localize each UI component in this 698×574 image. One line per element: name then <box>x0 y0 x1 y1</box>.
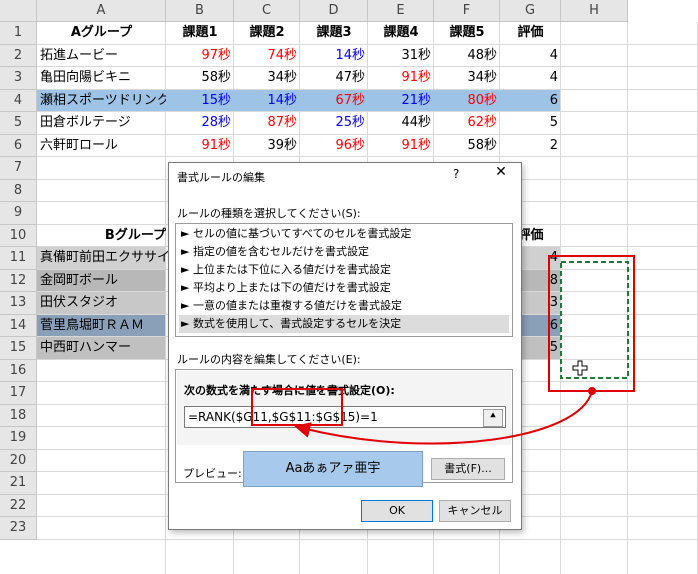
table-a-header-cell[interactable]: 課題3 <box>300 22 368 45</box>
table-a-header-cell[interactable]: 評価 <box>500 22 561 45</box>
table-a-name-cell[interactable]: 瀬相スポーツドリンク <box>37 90 166 113</box>
column-header[interactable]: C <box>234 0 300 22</box>
table-a-score-cell[interactable]: 91秒 <box>166 135 234 158</box>
table-a-score-cell[interactable]: 44秒 <box>368 112 434 135</box>
row-header[interactable]: 12 <box>0 269 37 292</box>
table-a-score-cell[interactable]: 34秒 <box>234 67 300 90</box>
row-header[interactable]: 3 <box>0 67 37 90</box>
table-a-rank-cell[interactable]: 4 <box>500 45 561 68</box>
table-a-name-cell[interactable]: 田倉ボルテージ <box>37 112 166 135</box>
table-a-score-cell[interactable]: 15秒 <box>166 90 234 113</box>
table-a-header-cell[interactable]: 課題2 <box>234 22 300 45</box>
row-header[interactable]: 6 <box>0 134 37 157</box>
row-header[interactable]: 22 <box>0 494 37 517</box>
column-header[interactable]: G <box>500 0 561 22</box>
table-a-score-cell[interactable]: 28秒 <box>166 112 234 135</box>
table-a-header-cell[interactable]: 課題5 <box>434 22 500 45</box>
formula-input[interactable]: =RANK($G11,$G$11:$G$15)=1 ⯅ <box>184 406 506 428</box>
column-header[interactable]: B <box>166 0 234 22</box>
table-a-score-cell[interactable]: 31秒 <box>368 45 434 68</box>
table-a-score-cell[interactable]: 91秒 <box>368 135 434 158</box>
table-a-header-cell[interactable]: 課題1 <box>166 22 234 45</box>
rule-type-item[interactable]: ► 上位または下位に入る値だけを書式設定 <box>179 261 509 279</box>
table-a-header-cell[interactable]: Aグループ <box>37 22 166 45</box>
row-header[interactable]: 15 <box>0 337 37 360</box>
column-header[interactable]: D <box>300 0 368 22</box>
table-a-score-cell[interactable]: 48秒 <box>434 45 500 68</box>
row-header[interactable]: 5 <box>0 112 37 135</box>
select-all-corner[interactable] <box>0 0 37 22</box>
row-header[interactable]: 14 <box>0 314 37 337</box>
row-header[interactable]: 16 <box>0 359 37 382</box>
conditional-format-dialog: 書式ルールの編集 ? ✕ ルールの種類を選択してください(S): ► セルの値に… <box>168 162 522 530</box>
table-a-score-cell[interactable]: 80秒 <box>434 90 500 113</box>
table-a-score-cell[interactable]: 39秒 <box>234 135 300 158</box>
table-a-name-cell[interactable]: 亀田向陽ビキニ <box>37 67 166 90</box>
row-header[interactable]: 20 <box>0 449 37 472</box>
column-header[interactable]: H <box>561 0 628 22</box>
row-header[interactable]: 10 <box>0 224 37 247</box>
table-a-score-cell[interactable]: 87秒 <box>234 112 300 135</box>
table-a-score-cell[interactable]: 62秒 <box>434 112 500 135</box>
row-header[interactable]: 17 <box>0 382 37 405</box>
row-header[interactable]: 21 <box>0 472 37 495</box>
table-a-score-cell[interactable]: 58秒 <box>166 67 234 90</box>
row-header[interactable]: 18 <box>0 404 37 427</box>
format-preview: Aaあぁアァ亜宇 <box>243 451 423 487</box>
ok-button[interactable]: OK <box>361 500 433 522</box>
table-a-name-cell[interactable]: 六軒町ロール <box>37 135 166 158</box>
formula-label: 次の数式を満たす場合に値を書式設定(O): <box>184 384 395 397</box>
rule-type-item[interactable]: ► 指定の値を含むセルだけを書式設定 <box>179 243 509 261</box>
row-header[interactable]: 13 <box>0 292 37 315</box>
row-header[interactable]: 7 <box>0 157 37 180</box>
row-header[interactable]: 23 <box>0 517 37 540</box>
row-header[interactable]: 1 <box>0 22 37 45</box>
table-a-score-cell[interactable]: 74秒 <box>234 45 300 68</box>
cancel-button[interactable]: キャンセル <box>439 500 511 522</box>
row-header[interactable]: 11 <box>0 247 37 270</box>
close-button[interactable]: ✕ <box>491 164 511 180</box>
table-a-score-cell[interactable]: 25秒 <box>300 112 368 135</box>
table-a-score-cell[interactable]: 14秒 <box>234 90 300 113</box>
column-header[interactable]: F <box>434 0 500 22</box>
table-a-score-cell[interactable]: 96秒 <box>300 135 368 158</box>
table-a-rank-cell[interactable]: 4 <box>500 67 561 90</box>
table-a-score-cell[interactable]: 14秒 <box>300 45 368 68</box>
table-a-rank-cell[interactable]: 2 <box>500 135 561 158</box>
format-button[interactable]: 書式(F)... <box>431 458 505 480</box>
row-header[interactable]: 8 <box>0 179 37 202</box>
row-header[interactable]: 9 <box>0 202 37 225</box>
table-a-score-cell[interactable]: 47秒 <box>300 67 368 90</box>
table-a-rank-cell[interactable]: 6 <box>500 90 561 113</box>
rule-type-item[interactable]: ► 平均より上または下の値だけを書式設定 <box>179 279 509 297</box>
table-a-score-cell[interactable]: 58秒 <box>434 135 500 158</box>
dialog-title: 書式ルールの編集 <box>177 171 265 184</box>
column-header[interactable]: E <box>368 0 434 22</box>
help-button[interactable]: ? <box>453 167 459 181</box>
formula-text: =RANK($G11,$G$11:$G$15)=1 <box>188 410 378 424</box>
column-header[interactable]: A <box>37 0 166 22</box>
rule-type-item[interactable]: ► 一意の値または重複する値だけを書式設定 <box>179 297 509 315</box>
rule-desc-label: ルールの内容を編集してください(E): <box>177 353 361 366</box>
table-a-score-cell[interactable]: 34秒 <box>434 67 500 90</box>
row-header[interactable]: 2 <box>0 44 37 67</box>
preview-label: プレビュー: <box>183 467 242 480</box>
row-header[interactable]: 4 <box>0 89 37 112</box>
table-a-rank-cell[interactable]: 5 <box>500 112 561 135</box>
table-a-score-cell[interactable]: 21秒 <box>368 90 434 113</box>
collapse-dialog-button[interactable]: ⯅ <box>483 409 503 427</box>
row-header[interactable]: 19 <box>0 427 37 450</box>
rule-type-item[interactable]: ► セルの値に基づいてすべてのセルを書式設定 <box>179 225 509 243</box>
rule-type-item-selected[interactable]: ► 数式を使用して、書式設定するセルを決定 <box>179 315 509 333</box>
table-a-score-cell[interactable]: 67秒 <box>300 90 368 113</box>
table-a-score-cell[interactable]: 97秒 <box>166 45 234 68</box>
table-a-name-cell[interactable]: 拓進ムービー <box>37 45 166 68</box>
rule-type-label: ルールの種類を選択してください(S): <box>177 207 361 220</box>
table-a-header-cell[interactable]: 課題4 <box>368 22 434 45</box>
table-a-score-cell[interactable]: 91秒 <box>368 67 434 90</box>
rule-type-list[interactable]: ► セルの値に基づいてすべてのセルを書式設定 ► 指定の値を含むセルだけを書式設… <box>175 223 513 337</box>
